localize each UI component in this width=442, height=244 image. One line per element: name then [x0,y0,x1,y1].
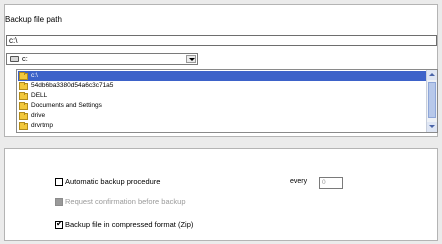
folder-list-item[interactable]: 54db6ba3380d54a6c3c71a5 [18,81,426,91]
backup-path-label: Backup file path [5,15,62,24]
folder-list-item[interactable]: drvrtmp [18,121,426,131]
folder-icon [19,92,28,100]
arrow-down-icon[interactable] [427,122,437,132]
folder-list-scrollbar[interactable] [426,70,437,132]
drive-select[interactable]: c: [6,53,198,65]
folder-name: drvrtmp [31,122,54,129]
folder-icon [19,82,28,90]
folder-name: 54db6ba3380d54a6c3c71a5 [31,82,114,89]
folder-name: drive [31,112,46,119]
folder-list-item[interactable]: Documents and Settings [18,101,426,111]
folder-icon [19,72,28,80]
folder-name: DELL [31,92,48,99]
folder-icon [19,112,28,120]
arrow-up-icon[interactable] [427,70,437,80]
compressed-format-label: Backup file in compressed format (Zip) [65,220,194,229]
scrollbar-thumb[interactable] [428,82,436,118]
folder-name: c:\ [31,72,38,79]
folder-list-item[interactable]: DELL [18,91,426,101]
compressed-format-checkbox[interactable] [55,219,63,229]
folder-list-item[interactable]: drive [18,111,426,121]
automatic-backup-checkbox[interactable] [55,178,63,186]
folder-list-item[interactable]: c:\ [18,71,426,81]
drive-select-value: c: [22,54,28,63]
folder-list[interactable]: c:\ 54db6ba3380d54a6c3c71a5 DELL Documen… [16,69,438,133]
drive-icon [10,56,19,62]
request-confirmation-checkbox[interactable] [55,198,63,206]
folder-icon [19,102,28,110]
automatic-backup-label: Automatic backup procedure [65,177,161,186]
folder-icon [19,122,28,130]
every-input[interactable]: 0 [319,177,343,189]
request-confirmation-label: Request confirmation before backup [65,197,186,206]
folder-name: Documents and Settings [31,102,102,109]
chevron-down-icon[interactable] [186,55,196,63]
every-label: every [290,178,308,185]
backup-path-input[interactable]: c:\ [6,35,437,46]
